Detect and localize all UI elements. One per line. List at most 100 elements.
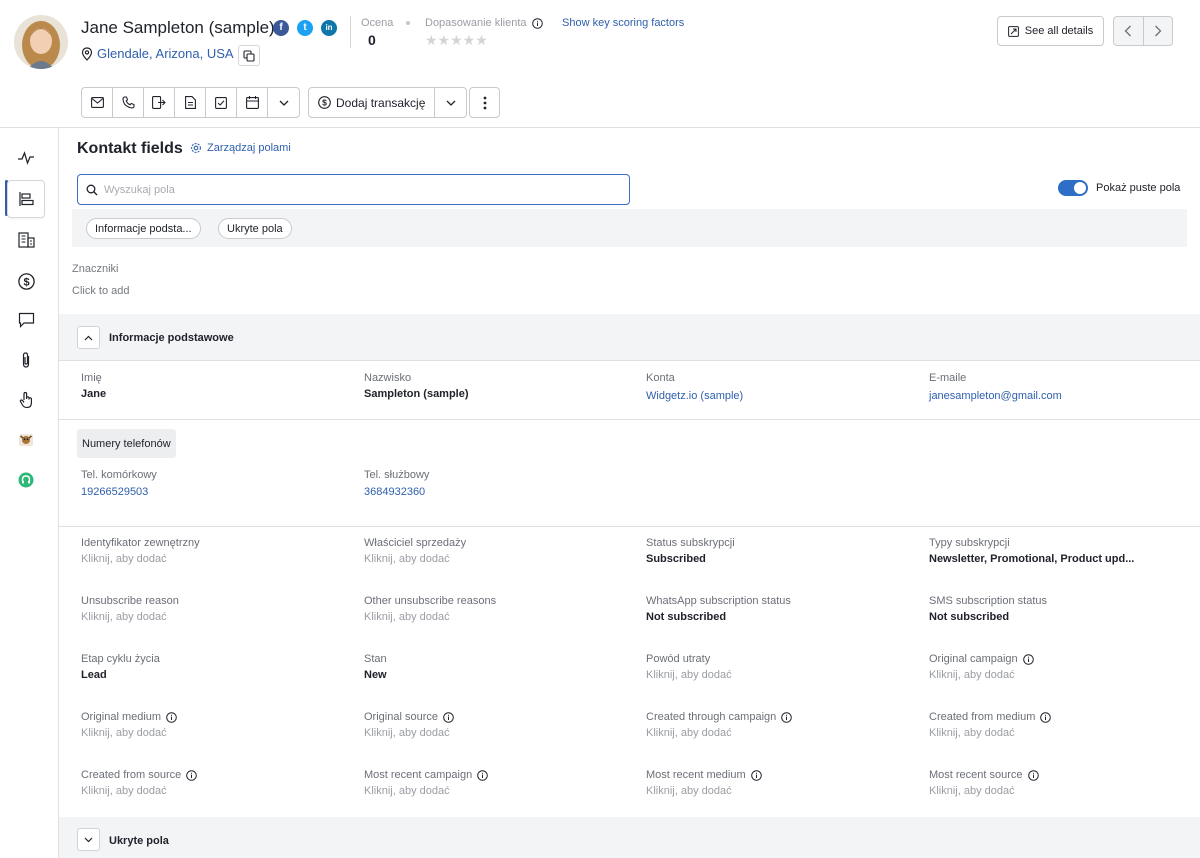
field-value[interactable]: Kliknij, aby dodać bbox=[364, 611, 450, 623]
info-icon[interactable] bbox=[1027, 769, 1039, 781]
info-icon[interactable] bbox=[166, 711, 177, 723]
field-value[interactable]: Kliknij, aby dodać bbox=[364, 727, 450, 739]
linkedin-icon[interactable]: in bbox=[321, 20, 337, 36]
sidebar-item-fields[interactable] bbox=[7, 180, 45, 218]
dollar-icon: $ bbox=[318, 96, 331, 109]
sidebar-item-conversations[interactable] bbox=[7, 301, 45, 339]
field-search bbox=[77, 174, 630, 205]
facebook-icon[interactable]: f bbox=[273, 20, 289, 36]
info-icon[interactable] bbox=[443, 711, 454, 723]
info-icon[interactable] bbox=[750, 769, 762, 781]
tags-add[interactable]: Click to add bbox=[72, 285, 129, 297]
field-label: Etap cyklu życia bbox=[81, 653, 160, 665]
location-text[interactable]: Glendale, Arizona, USA bbox=[97, 46, 234, 61]
collapse-basic-button[interactable] bbox=[77, 326, 100, 349]
sidebar-item-attachments[interactable] bbox=[7, 341, 45, 379]
svg-text:$: $ bbox=[23, 276, 29, 288]
field-label: E-maile bbox=[929, 372, 967, 384]
sidebar-item-support-app[interactable] bbox=[7, 461, 45, 499]
field-value[interactable]: Not subscribed bbox=[929, 611, 1009, 623]
work-phone-link[interactable]: 3684932360 bbox=[364, 486, 425, 498]
log-activity-button[interactable] bbox=[144, 88, 175, 117]
twitter-icon[interactable]: t bbox=[297, 20, 313, 36]
email-link[interactable]: janesampleton@gmail.com bbox=[929, 390, 1062, 402]
score-value: 0 bbox=[368, 32, 376, 48]
field-label: Most recent medium bbox=[646, 769, 746, 781]
section-header-hidden: Ukryte pola bbox=[59, 817, 1200, 858]
chevron-down-icon bbox=[446, 100, 456, 106]
field-value[interactable]: Kliknij, aby dodać bbox=[81, 727, 167, 739]
sidebar-item-activity[interactable] bbox=[7, 139, 45, 177]
email-button[interactable] bbox=[82, 88, 113, 117]
field-value[interactable]: Kliknij, aby dodać bbox=[646, 785, 732, 797]
field-value[interactable]: Kliknij, aby dodać bbox=[646, 669, 732, 681]
field-value[interactable]: Lead bbox=[81, 669, 107, 681]
meeting-button[interactable] bbox=[237, 88, 268, 117]
field-label: SMS subscription status bbox=[929, 595, 1047, 607]
field-value[interactable]: Subscribed bbox=[646, 553, 706, 565]
see-all-label: See all details bbox=[1024, 25, 1094, 37]
mobile-phone-link[interactable]: 19266529503 bbox=[81, 486, 148, 498]
sidebar-item-deals[interactable]: $ bbox=[7, 262, 45, 300]
log-out-icon bbox=[152, 96, 166, 109]
field-value[interactable]: Kliknij, aby dodać bbox=[81, 611, 167, 623]
chip-basic-info[interactable]: Informacje podsta... bbox=[86, 218, 201, 239]
field-value[interactable]: Sampleton (sample) bbox=[364, 388, 469, 400]
fit-label: Dopasowanie klienta bbox=[425, 17, 527, 29]
info-icon[interactable] bbox=[781, 711, 793, 723]
next-record-button[interactable] bbox=[1142, 17, 1172, 45]
more-activities-dropdown[interactable] bbox=[268, 88, 299, 117]
field-value[interactable]: Kliknij, aby dodać bbox=[81, 553, 167, 565]
search-input[interactable] bbox=[104, 183, 604, 196]
field-value[interactable]: Kliknij, aby dodać bbox=[646, 727, 732, 739]
chat-bubble-icon bbox=[18, 312, 34, 328]
field-label-wrap: Most recent source bbox=[929, 769, 1039, 781]
info-icon[interactable] bbox=[1022, 653, 1034, 665]
field-label: Unsubscribe reason bbox=[81, 595, 179, 607]
field-value[interactable]: New bbox=[364, 669, 387, 681]
sidebar-item-integration-app[interactable] bbox=[7, 421, 45, 459]
copy-location-button[interactable] bbox=[238, 45, 260, 66]
section-title-basic: Informacje podstawowe bbox=[109, 332, 234, 344]
field-value[interactable]: Kliknij, aby dodać bbox=[81, 785, 167, 797]
document-icon bbox=[184, 96, 196, 109]
info-icon[interactable] bbox=[186, 769, 198, 781]
field-value[interactable]: Kliknij, aby dodać bbox=[364, 553, 450, 565]
location-pin-icon bbox=[81, 46, 93, 61]
field-label: Original source bbox=[364, 711, 438, 723]
field-value[interactable]: Kliknij, aby dodać bbox=[929, 727, 1015, 739]
call-button[interactable] bbox=[113, 88, 144, 117]
field-value[interactable]: Newsletter, Promotional, Product upd... bbox=[929, 553, 1134, 565]
field-value[interactable]: Kliknij, aby dodać bbox=[929, 669, 1015, 681]
info-icon[interactable] bbox=[1040, 711, 1052, 723]
note-button[interactable] bbox=[175, 88, 206, 117]
field-value[interactable]: Not subscribed bbox=[646, 611, 726, 623]
add-deal-dropdown[interactable] bbox=[435, 88, 466, 117]
manage-fields-link[interactable]: Zarządzaj polami bbox=[190, 142, 291, 154]
see-all-details-button[interactable]: See all details bbox=[997, 16, 1104, 46]
task-check-icon bbox=[215, 97, 227, 109]
contact-location[interactable]: Glendale, Arizona, USA bbox=[81, 46, 234, 61]
phone-icon bbox=[121, 96, 135, 109]
field-value[interactable]: Jane bbox=[81, 388, 106, 400]
field-label: Status subskrypcji bbox=[646, 537, 735, 549]
info-icon[interactable] bbox=[531, 17, 543, 29]
sidebar-item-companies[interactable] bbox=[7, 221, 45, 259]
field-value[interactable]: Kliknij, aby dodać bbox=[364, 785, 450, 797]
add-deal-button[interactable]: $ Dodaj transakcję bbox=[309, 88, 436, 117]
key-scoring-factors-link[interactable]: Show key scoring factors bbox=[562, 17, 684, 29]
account-link[interactable]: Widgetz.io (sample) bbox=[646, 390, 743, 402]
avatar[interactable] bbox=[14, 15, 68, 69]
field-label: Other unsubscribe reasons bbox=[364, 595, 497, 607]
chip-hidden-fields[interactable]: Ukryte pola bbox=[218, 218, 292, 239]
expand-hidden-button[interactable] bbox=[77, 828, 100, 851]
show-empty-toggle[interactable] bbox=[1058, 180, 1088, 196]
tags-label: Znaczniki bbox=[72, 263, 119, 275]
previous-record-button[interactable] bbox=[1114, 17, 1143, 45]
field-label-wrap: Original source bbox=[364, 711, 454, 723]
field-value[interactable]: Kliknij, aby dodać bbox=[929, 785, 1015, 797]
sidebar-item-interactions[interactable] bbox=[7, 381, 45, 419]
info-icon[interactable] bbox=[477, 769, 489, 781]
task-button[interactable] bbox=[206, 88, 237, 117]
more-actions-button[interactable] bbox=[469, 87, 500, 118]
